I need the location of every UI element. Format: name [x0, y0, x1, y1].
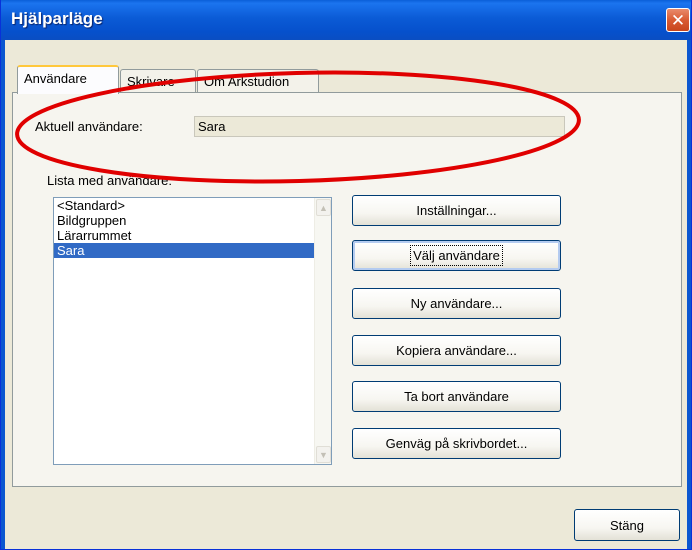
delete-user-button-label: Ta bort användare: [404, 389, 509, 404]
list-item-selected[interactable]: Sara: [54, 243, 331, 258]
user-list-label: Lista med användare:: [47, 173, 173, 188]
new-user-button-label: Ny användare...: [410, 296, 503, 311]
select-user-button-label: Välj användare: [410, 245, 503, 266]
settings-button-label: Inställningar...: [416, 203, 497, 218]
scroll-up-icon[interactable]: ▲: [316, 199, 331, 216]
current-user-label: Aktuell användare:: [35, 119, 143, 134]
list-item[interactable]: <Standard>: [54, 198, 331, 213]
current-user-field: Sara: [194, 116, 565, 137]
desktop-shortcut-button-label: Genväg på skrivbordet...: [385, 436, 528, 451]
close-dialog-button-label: Stäng: [610, 517, 644, 533]
window-title: Hjälparläge: [11, 9, 103, 28]
title-bar[interactable]: Hjälparläge ✕: [1, 0, 691, 40]
close-icon[interactable]: ✕: [666, 8, 690, 32]
tab-skrivare[interactable]: Skrivare: [120, 69, 196, 92]
list-item[interactable]: Lärarrummet: [54, 228, 331, 243]
new-user-button[interactable]: Ny användare...: [352, 288, 561, 319]
close-dialog-button[interactable]: Stäng: [574, 509, 680, 541]
user-listbox[interactable]: <Standard> Bildgruppen Lärarrummet Sara …: [53, 197, 332, 465]
list-item[interactable]: Bildgruppen: [54, 213, 331, 228]
vertical-scrollbar[interactable]: ▲ ▼: [314, 198, 331, 464]
tab-om-arkstudion[interactable]: Om Arkstudion: [197, 69, 319, 92]
settings-button[interactable]: Inställningar...: [352, 195, 561, 226]
desktop-shortcut-button[interactable]: Genväg på skrivbordet...: [352, 428, 561, 459]
delete-user-button[interactable]: Ta bort användare: [352, 381, 561, 412]
copy-user-button[interactable]: Kopiera användare...: [352, 335, 561, 366]
scroll-down-icon[interactable]: ▼: [316, 446, 331, 463]
select-user-button[interactable]: Välj användare: [352, 240, 561, 271]
window-border-left: [1, 40, 5, 549]
dialog-window: Hjälparläge ✕ Användare Skrivare Om Arks…: [0, 0, 692, 550]
tab-anvandare[interactable]: Användare: [17, 65, 119, 94]
window-border-right: [687, 40, 691, 549]
copy-user-button-label: Kopiera användare...: [396, 343, 517, 358]
